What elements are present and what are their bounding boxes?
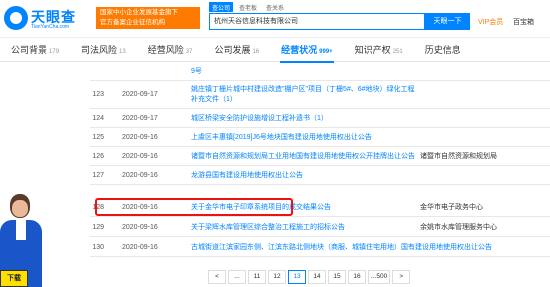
page-ellipsis[interactable]: ... xyxy=(228,270,246,284)
search-tab-boss[interactable]: 查老板 xyxy=(236,2,260,12)
table-row: 129 2020-09-16 关于梁辉水库管理区综合整治工程施工的招标公告 余姚… xyxy=(90,218,550,237)
row-date: 2020-09-17 xyxy=(122,91,158,98)
table-row: 9号 xyxy=(90,62,550,81)
row-date: 2020-09-17 xyxy=(122,115,158,122)
page-prev-button[interactable]: < xyxy=(208,270,226,284)
search-type-tabs: 查公司 查老板 查关系 xyxy=(209,2,287,12)
page-15-button[interactable]: 15 xyxy=(328,270,346,284)
logo-eye-icon xyxy=(4,6,28,30)
brand-logo[interactable]: 天眼查 TianYanCha.com xyxy=(4,6,92,32)
gov-badge: 国家中小企业发展基金旗下 官方备案企业征信机构 xyxy=(96,7,200,29)
row-date: 2020-09-16 xyxy=(122,244,158,251)
row-title-link[interactable]: 9号 xyxy=(191,62,202,81)
row-org: 诸暨市自然资源和规划局 xyxy=(420,153,497,160)
row-date: 2020-09-16 xyxy=(122,172,158,179)
row-number: 123 xyxy=(92,91,104,98)
row-number: 127 xyxy=(92,172,104,179)
row-org: 余姚市水库管理服务中心 xyxy=(420,224,497,231)
row-title-link[interactable]: 关于梁辉水库管理区综合整治工程施工的招标公告 xyxy=(191,218,345,237)
gov-badge-line1: 国家中小企业发展基金旗下 xyxy=(100,9,178,16)
tab-history[interactable]: 历史信息 xyxy=(414,38,472,62)
tab-company-background[interactable]: 公司背景 179 xyxy=(0,38,70,62)
page-13-button[interactable]: 13 xyxy=(288,270,306,284)
row-number: 130 xyxy=(92,244,104,251)
table-row: 125 2020-09-16 上虞区丰惠镇[2019]J6号地块国有建设用地使用… xyxy=(90,128,550,147)
company-tabs: 公司背景 179 司法风险 13 经营风险 37 公司发展 16 经营状况 999+ 知识… xyxy=(0,38,550,63)
tab-company-development[interactable]: 公司发展 16 xyxy=(203,38,270,62)
tab-operation-risk[interactable]: 经营风险 37 xyxy=(137,38,204,62)
presenter-shirt xyxy=(16,220,26,240)
page-last-button[interactable]: ...500 xyxy=(368,270,391,284)
page-12-button[interactable]: 12 xyxy=(268,270,286,284)
download-cta-button[interactable]: 下载 xyxy=(0,270,28,287)
row-date: 2020-09-16 xyxy=(122,153,158,160)
page-14-button[interactable]: 14 xyxy=(308,270,326,284)
row-title-link[interactable]: 城区桥梁安全防护设施增设工程补遗书（1） xyxy=(191,109,328,128)
highlight-annotation-box xyxy=(95,198,293,216)
tab-legal-risk[interactable]: 司法风险 13 xyxy=(70,38,137,62)
search-tab-relation[interactable]: 查关系 xyxy=(263,2,287,12)
pagination: < ... 11 12 13 14 15 16 ...500 > xyxy=(208,270,411,284)
row-title-link[interactable]: 姚庄镇丁栅片城中村建设改造"棚户区"项目（丁栅5#、6#地块）绿化工程补充文件（… xyxy=(191,85,421,105)
row-number: 124 xyxy=(92,115,104,122)
search-button[interactable]: 天眼一下 xyxy=(425,13,470,30)
page-11-button[interactable]: 11 xyxy=(248,270,266,284)
brand-domain: TianYanCha.com xyxy=(31,24,70,30)
table-row: 123 2020-09-17 姚庄镇丁栅片城中村建设改造"棚户区"项目（丁栅5#… xyxy=(90,81,550,109)
row-date: 2020-09-16 xyxy=(122,224,158,231)
vip-link[interactable]: VIP会员 xyxy=(478,17,503,27)
toolbox-link[interactable]: 百宝箱 xyxy=(513,17,534,27)
tab-business-status[interactable]: 经营状况 999+ xyxy=(270,38,344,63)
table-row: 130 2020-09-16 古城街道江滨家园东侧、江滨东路北侧地块（商服、城镇… xyxy=(90,238,550,257)
tab-intellectual-property[interactable]: 知识产权 251 xyxy=(344,38,414,62)
table-row: 127 2020-09-16 龙游县国有建设用地使用权出让公告 xyxy=(90,166,550,185)
row-title-link[interactable]: 古城街道江滨家园东侧、江滨东路北侧地块（商服、城镇住宅用地）国有建设用地使用权出… xyxy=(191,238,492,257)
table-row: 126 2020-09-16 诸暨市自然资源和规划局工业用地国有建设用地使用权公… xyxy=(90,147,550,166)
row-title-link[interactable]: 龙游县国有建设用地使用权出让公告 xyxy=(191,166,303,185)
search-tab-company[interactable]: 查公司 xyxy=(209,2,234,12)
row-title-link[interactable]: 上虞区丰惠镇[2019]J6号地块国有建设用地使用权出让公告 xyxy=(191,128,372,147)
search-input[interactable]: 杭州天谷信息科技有限公司 xyxy=(209,13,425,30)
gov-badge-line2: 官方备案企业征信机构 xyxy=(100,19,165,26)
row-number: 125 xyxy=(92,134,104,141)
row-title-link[interactable]: 诸暨市自然资源和规划局工业用地国有建设用地使用权公开挂牌出让公告 xyxy=(191,147,415,166)
page-16-button[interactable]: 16 xyxy=(348,270,366,284)
presenter-face xyxy=(12,200,28,217)
top-header: 天眼查 TianYanCha.com 国家中小企业发展基金旗下 官方备案企业征信… xyxy=(0,0,550,38)
page-next-button[interactable]: > xyxy=(392,270,411,284)
row-org: 金华市电子政务中心 xyxy=(420,204,483,211)
table-row: 124 2020-09-17 城区桥梁安全防护设施增设工程补遗书（1） xyxy=(90,109,550,128)
row-number: 126 xyxy=(92,153,104,160)
row-number: 129 xyxy=(92,224,104,231)
row-date: 2020-09-16 xyxy=(122,134,158,141)
